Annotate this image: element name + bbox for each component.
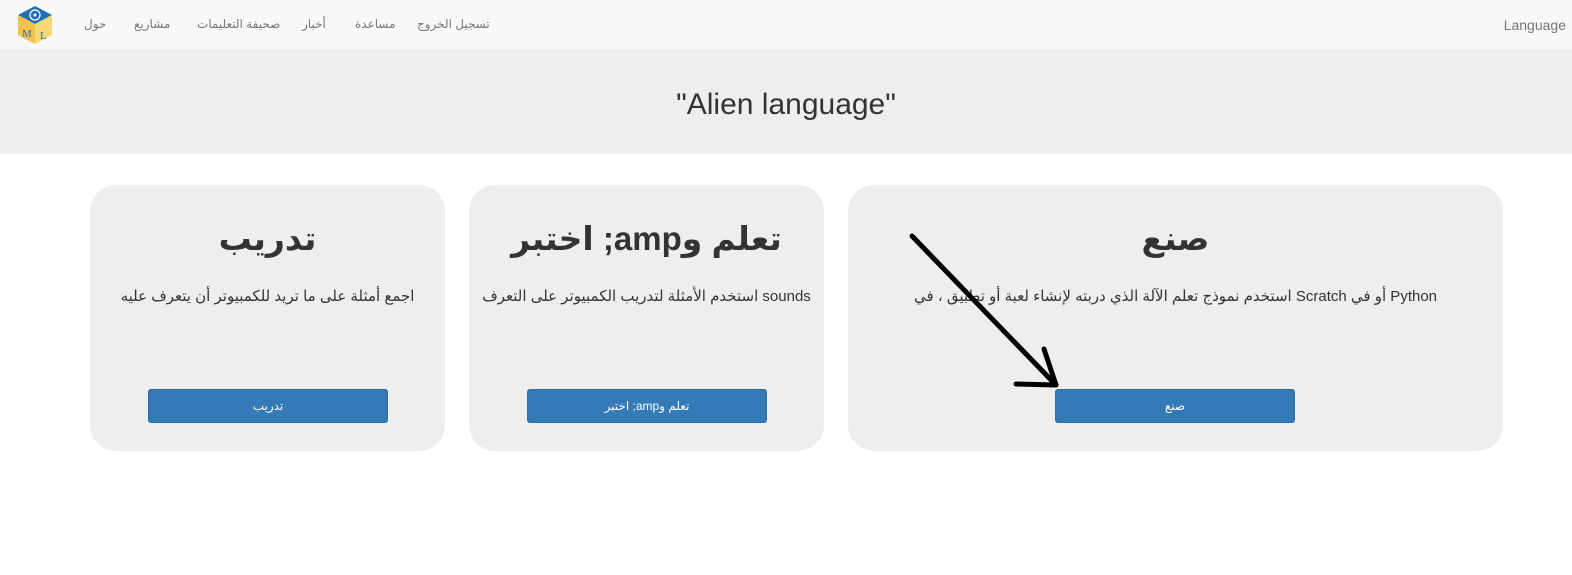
nav-projects[interactable]: مشاريع [134,17,170,31]
nav-worksheets[interactable]: صحيفة التعليمات [197,17,280,31]
nav-about[interactable]: حول [84,17,106,31]
nav-help[interactable]: مساعدة [355,17,396,31]
train-card-title: تدريب [218,220,317,257]
nav-news[interactable]: أخبار [302,17,326,31]
logo-letter-m: M [22,28,32,40]
make-card: صنع استخدم نموذج تعلم الآلة الذي دربته ل… [848,185,1503,451]
page-title: "Alien language" [676,88,896,121]
nav-logout[interactable]: تسجيل الخروج [417,17,490,31]
language-menu[interactable]: Language [1504,17,1566,33]
test-button[interactable]: اختبر ;amp‪تعلم و [527,389,767,423]
test-card-title: اختبر ;amp‪تعلم و [511,220,782,257]
make-button[interactable]: صنع [1055,389,1295,423]
make-card-title: صنع [1141,220,1210,257]
navbar: M L حول مشاريع صحيفة التعليمات أخبار مسا… [0,0,1572,51]
train-button[interactable]: تدريب [148,389,388,423]
train-card: تدريب اجمع أمثلة على ما تريد للكمبيوتر أ… [90,185,445,451]
make-card-description: استخدم نموذج تعلم الآلة الذي دربته لإنشا… [913,288,1438,305]
logo-letter-l: L [40,30,47,42]
page-header: "Alien language" [0,51,1572,154]
test-card-description: استخدم الأمثلة لتدريب الكمبيوتر على التع… [482,288,811,305]
train-card-description: اجمع أمثلة على ما تريد للكمبيوتر أن يتعر… [120,288,415,305]
ml-cube-logo-icon[interactable]: M L [15,4,55,46]
test-card: اختبر ;amp‪تعلم و استخدم الأمثلة لتدريب … [469,185,824,451]
